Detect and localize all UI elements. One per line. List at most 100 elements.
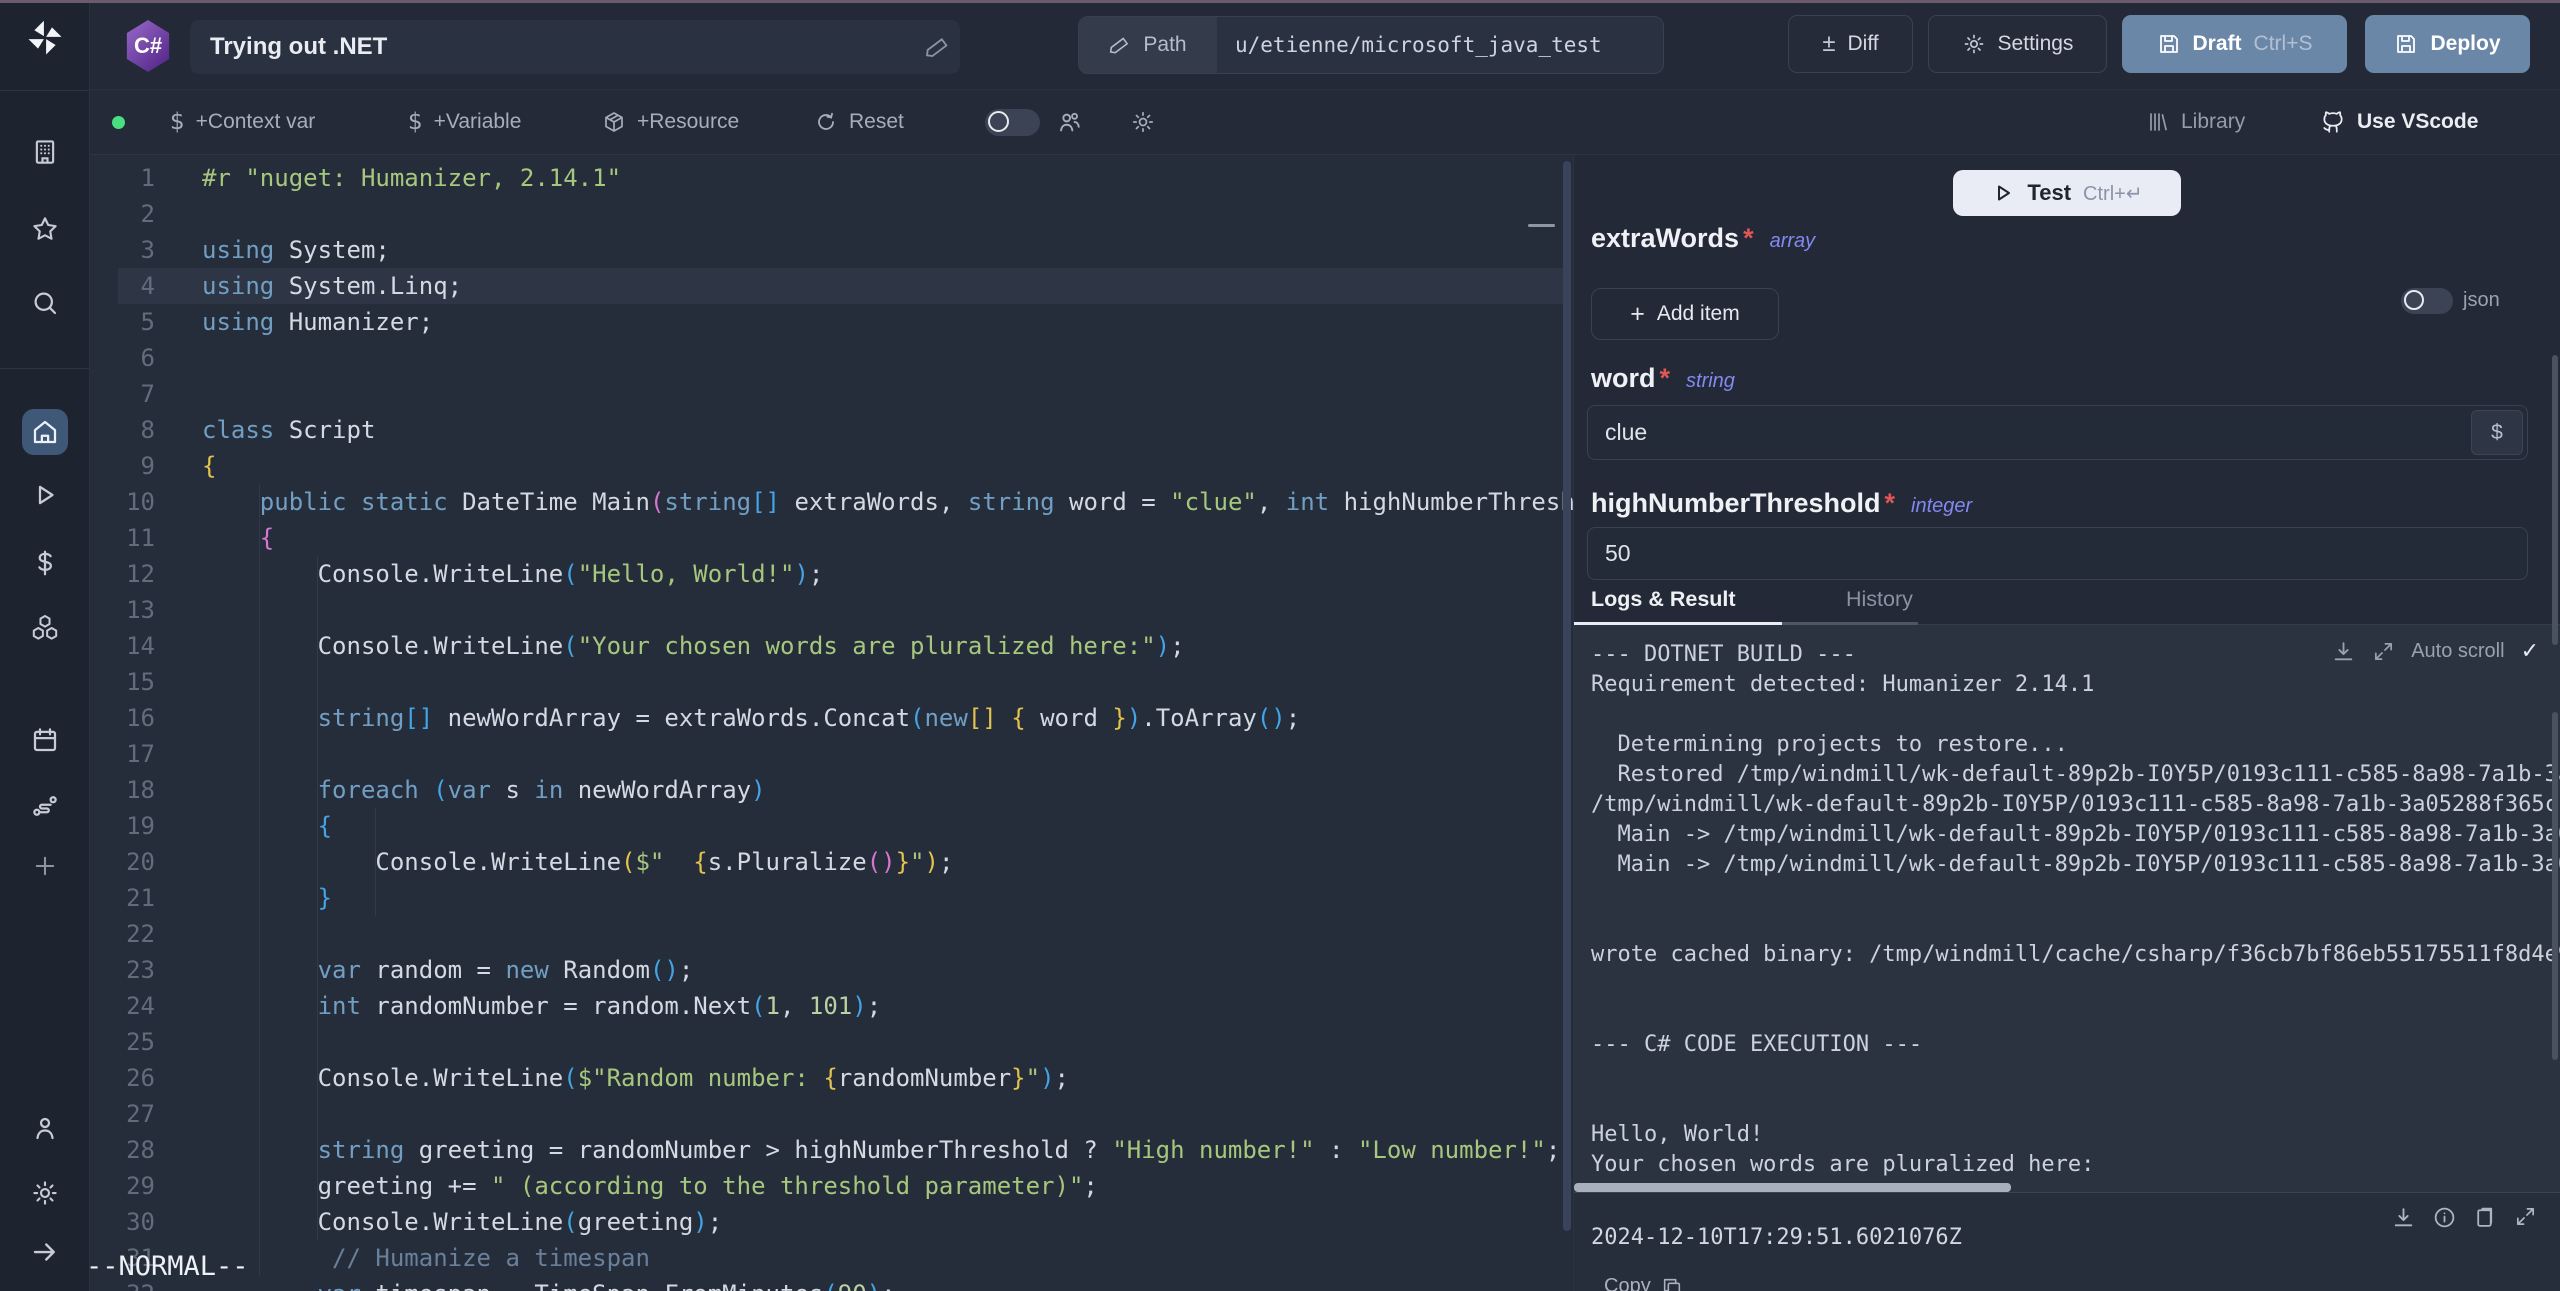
- line-number: 13: [90, 592, 155, 628]
- copy-result-button[interactable]: Copy: [1604, 1275, 1683, 1291]
- line-number: 21: [90, 880, 155, 916]
- sidebar-divider: [0, 90, 89, 91]
- script-toolbar: $ +Context var $ +Variable +Resource Res…: [90, 90, 2560, 155]
- line-number: 27: [90, 1096, 155, 1132]
- reset-button[interactable]: Reset: [814, 90, 904, 154]
- line-number: 12: [90, 556, 155, 592]
- download-icon[interactable]: [2331, 639, 2356, 664]
- code-line[interactable]: using Humanizer;: [202, 304, 433, 340]
- line-number: 4: [90, 268, 155, 304]
- info-icon[interactable]: [2432, 1205, 2457, 1230]
- sidebar-item-workspace[interactable]: [30, 137, 60, 167]
- sidebar-item-add[interactable]: [31, 852, 59, 880]
- code-line[interactable]: {: [202, 520, 274, 556]
- save-icon: [2157, 32, 2181, 56]
- diff-mode-toggle[interactable]: [985, 90, 1040, 154]
- threshold-input[interactable]: 50: [1587, 527, 2528, 580]
- logs-pane[interactable]: --- DOTNET BUILD ---Requirement detected…: [1574, 625, 2560, 1192]
- code-line[interactable]: foreach (var s in newWordArray): [202, 772, 766, 808]
- editor-scrollbar[interactable]: [1563, 161, 1571, 1231]
- json-toggle[interactable]: [2401, 288, 2453, 314]
- path-label: Path: [1143, 33, 1186, 57]
- search-icon[interactable]: [30, 288, 60, 318]
- sidebar-item-settings[interactable]: [30, 1178, 60, 1208]
- collaborators-icon[interactable]: [1056, 90, 1083, 154]
- code-line[interactable]: class Script: [202, 412, 375, 448]
- diff-button[interactable]: ± Diff: [1788, 15, 1913, 73]
- status-dot: [112, 116, 125, 129]
- check-icon[interactable]: ✓: [2521, 638, 2539, 664]
- sidebar-item-triggers[interactable]: [30, 791, 60, 821]
- code-line[interactable]: public static DateTime Main(string[] ext…: [202, 484, 1573, 520]
- clipboard-icon[interactable]: [2473, 1205, 2498, 1230]
- word-input[interactable]: clue $: [1587, 405, 2528, 460]
- tab-history[interactable]: History: [1846, 587, 1913, 612]
- code-line[interactable]: using System;: [202, 232, 390, 268]
- sidebar-item-account[interactable]: [30, 1113, 60, 1143]
- deploy-button[interactable]: Deploy: [2365, 15, 2530, 73]
- edit-title-icon[interactable]: [925, 34, 951, 60]
- line-number: 7: [90, 376, 155, 412]
- code-line[interactable]: }: [202, 880, 332, 916]
- code-line[interactable]: var random = new Random();: [202, 952, 693, 988]
- add-resource-button[interactable]: +Resource: [602, 90, 739, 154]
- download-icon[interactable]: [2391, 1205, 2416, 1230]
- code-line[interactable]: Console.WriteLine("Your chosen words are…: [202, 628, 1185, 664]
- script-title-input[interactable]: Trying out .NET: [190, 20, 960, 74]
- path-field[interactable]: Path u/etienne/microsoft_java_test: [1078, 16, 1664, 74]
- code-editor[interactable]: 1234567891011121314151617181920212223242…: [90, 155, 1573, 1291]
- sidebar-item-resources[interactable]: [29, 612, 61, 644]
- code-line[interactable]: int randomNumber = random.Next(1, 101);: [202, 988, 881, 1024]
- code-line[interactable]: Console.WriteLine(greeting);: [202, 1204, 722, 1240]
- code-line[interactable]: var timespan = TimeSpan.FromMinutes(90);: [202, 1276, 896, 1291]
- logs-horizontal-scrollbar[interactable]: [1574, 1183, 2011, 1192]
- draft-button[interactable]: Draft Ctrl+S: [2122, 15, 2347, 73]
- expand-icon[interactable]: [2514, 1205, 2537, 1228]
- line-number: 10: [90, 484, 155, 520]
- vim-mode-indicator: --NORMAL--: [90, 1251, 249, 1282]
- code-line[interactable]: string[] newWordArray = extraWords.Conca…: [202, 700, 1300, 736]
- windmill-logo-icon[interactable]: [23, 16, 67, 60]
- code-line[interactable]: // Humanize a timespan: [202, 1240, 650, 1276]
- dollar-icon: $: [408, 109, 423, 135]
- code-line[interactable]: Console.WriteLine($" {s.Pluralize()}");: [202, 844, 953, 880]
- editor-decoration-dash: [1528, 224, 1555, 227]
- window-top-edge: [0, 0, 2560, 3]
- sidebar-item-schedules[interactable]: [30, 725, 60, 755]
- variable-picker-button[interactable]: $: [2471, 410, 2523, 455]
- script-title: Trying out .NET: [210, 20, 387, 74]
- code-line[interactable]: #r "nuget: Humanizer, 2.14.1": [202, 160, 621, 196]
- editor-settings-icon[interactable]: [1130, 90, 1156, 154]
- sidebar: [0, 0, 90, 1291]
- use-vscode-button[interactable]: Use VScode: [2320, 90, 2478, 154]
- code-line[interactable]: greeting += " (according to the threshol…: [202, 1168, 1098, 1204]
- add-context-var-button[interactable]: $ +Context var: [170, 90, 315, 154]
- code-line[interactable]: using System.Linq;: [202, 268, 462, 304]
- logs-scrollbar[interactable]: [2552, 712, 2558, 1060]
- add-item-button[interactable]: + Add item: [1591, 288, 1779, 340]
- add-variable-button[interactable]: $ +Variable: [408, 90, 521, 154]
- sidebar-item-variables[interactable]: [30, 548, 60, 578]
- result-pane: 2024-12-10T17:29:51.6021076Z Copy: [1574, 1192, 2560, 1291]
- reset-icon: [814, 110, 838, 134]
- code-line[interactable]: {: [202, 808, 332, 844]
- package-icon: [602, 110, 626, 134]
- sidebar-item-runs[interactable]: [30, 480, 60, 510]
- expand-icon[interactable]: [2372, 640, 2395, 663]
- indent-guide: [375, 808, 376, 916]
- panel-scrollbar[interactable]: [2552, 355, 2558, 645]
- code-line[interactable]: Console.WriteLine("Hello, World!");: [202, 556, 823, 592]
- code-line[interactable]: string greeting = randomNumber > highNum…: [202, 1132, 1560, 1168]
- settings-button[interactable]: Settings: [1928, 15, 2107, 73]
- play-icon: [1991, 181, 2015, 205]
- line-number: 9: [90, 448, 155, 484]
- code-line[interactable]: {: [202, 448, 216, 484]
- sidebar-item-favorites[interactable]: [30, 214, 60, 244]
- line-number: 30: [90, 1204, 155, 1240]
- sidebar-collapse-icon[interactable]: [30, 1237, 60, 1267]
- test-button[interactable]: Test Ctrl+↵: [1953, 170, 2181, 216]
- library-button[interactable]: Library: [2146, 90, 2245, 154]
- tab-logs-result[interactable]: Logs & Result: [1591, 587, 1736, 612]
- code-line[interactable]: Console.WriteLine($"Random number: {rand…: [202, 1060, 1069, 1096]
- edit-path-icon: [1109, 34, 1131, 56]
